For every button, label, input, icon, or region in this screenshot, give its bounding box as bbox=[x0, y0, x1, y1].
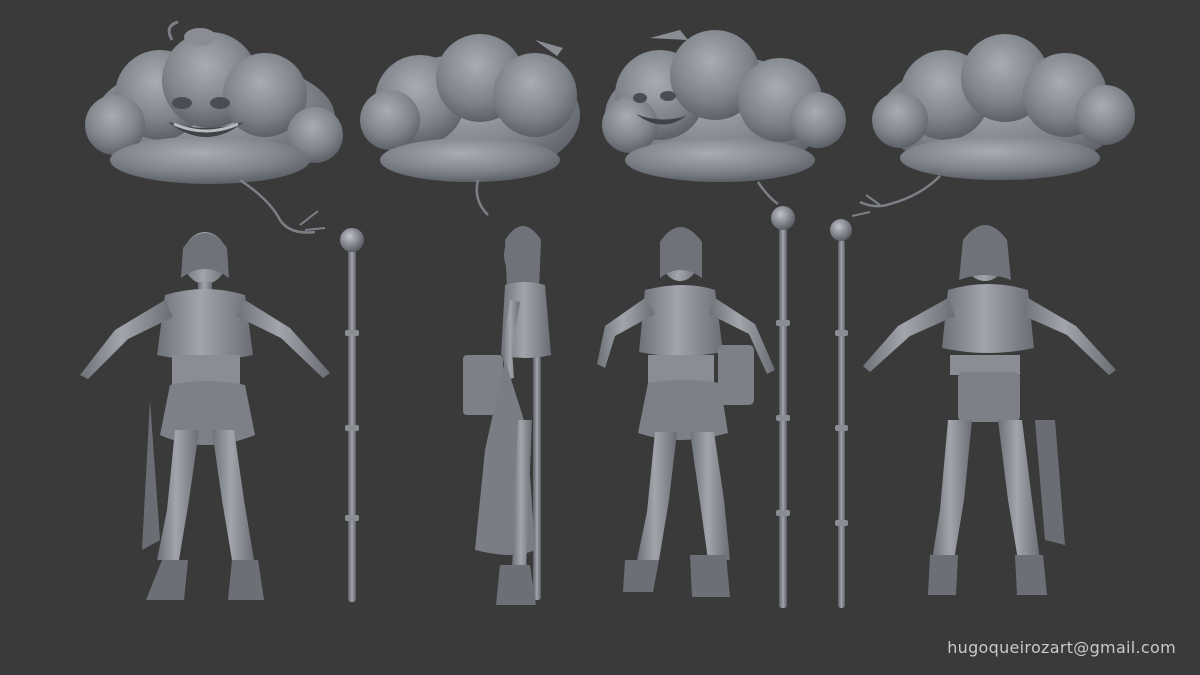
staff-4 bbox=[830, 219, 852, 608]
cloud-back-view bbox=[851, 34, 1135, 217]
staff-3 bbox=[771, 206, 795, 608]
character-front-view bbox=[80, 232, 330, 600]
staff-2 bbox=[533, 330, 541, 600]
character-back-view bbox=[863, 225, 1116, 595]
cloud-three-quarter-view bbox=[602, 30, 846, 206]
turnaround-render bbox=[80, 20, 1135, 608]
staff-1 bbox=[340, 228, 364, 602]
artist-email-watermark: hugoqueirozart@gmail.com bbox=[947, 638, 1176, 657]
character-three-quarter-view bbox=[597, 227, 775, 597]
cloud-side-view bbox=[360, 34, 580, 216]
cloud-front-view bbox=[85, 20, 343, 234]
